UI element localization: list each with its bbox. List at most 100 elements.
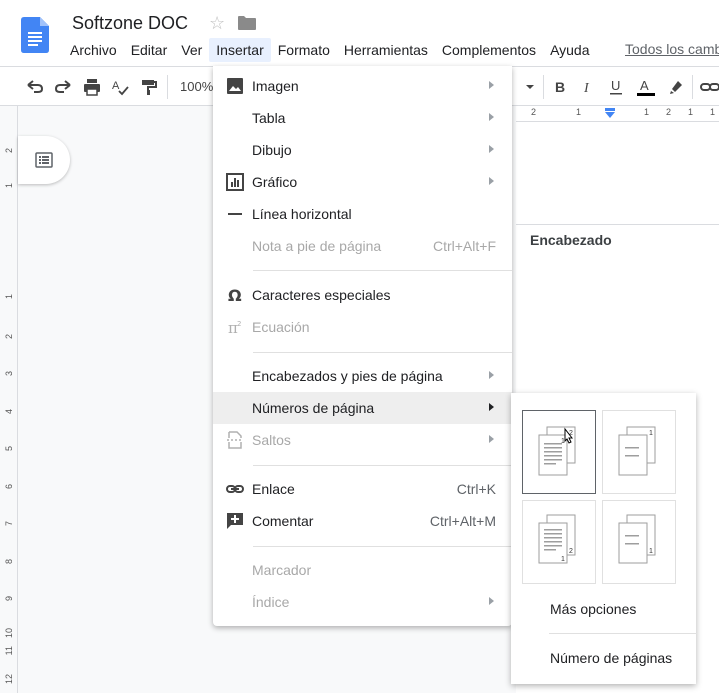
menu-item-page-numbers[interactable]: Números de página xyxy=(213,392,512,424)
svg-text:A: A xyxy=(112,80,120,92)
page-number-bottom-right-all[interactable]: 2 1 xyxy=(522,500,596,584)
title-bar: Softzone DOC ☆ Archivo Editar Ver Insert… xyxy=(0,0,719,66)
redo-icon[interactable] xyxy=(51,75,75,99)
page-break-icon xyxy=(225,430,245,450)
menu-item-label: Comentar xyxy=(252,513,314,529)
menu-item-label: Índice xyxy=(252,594,290,610)
page-number-top-right-skip-first[interactable]: 1 xyxy=(602,410,676,494)
submenu-arrow-icon xyxy=(489,597,494,605)
svg-text:2: 2 xyxy=(237,320,241,328)
menu-editar[interactable]: Editar xyxy=(124,38,175,62)
menu-item-label: Encabezados y pies de página xyxy=(252,368,443,384)
bold-icon[interactable]: B xyxy=(548,75,572,99)
menu-ayuda[interactable]: Ayuda xyxy=(543,38,596,62)
menu-insertar[interactable]: Insertar xyxy=(209,38,271,62)
submenu-arrow-icon xyxy=(489,177,494,185)
page-count-item[interactable]: Número de páginas xyxy=(550,650,672,666)
submenu-arrow-icon xyxy=(489,145,494,153)
document-title[interactable]: Softzone DOC xyxy=(72,13,188,34)
menu-item-headers-footers[interactable]: Encabezados y pies de página xyxy=(213,360,512,392)
menu-item-table-of-contents: Índice xyxy=(213,586,512,618)
menu-item-chart[interactable]: Gráfico xyxy=(213,166,512,198)
toolbar-divider xyxy=(167,75,168,99)
page-number-top-right-all[interactable]: 2 1 xyxy=(522,410,596,494)
folder-icon[interactable] xyxy=(238,16,256,30)
page-number-digit: 1 xyxy=(561,556,565,563)
ruler-number: 2 xyxy=(531,107,537,117)
menu-item-label: Dibujo xyxy=(252,142,292,158)
menu-item-label: Caracteres especiales xyxy=(252,287,391,303)
underline-icon[interactable]: U xyxy=(604,75,628,99)
highlight-color-icon[interactable] xyxy=(664,75,688,99)
zoom-selector[interactable]: 100% xyxy=(180,79,213,94)
italic-icon[interactable]: I xyxy=(576,75,600,99)
ruler-number: 3 xyxy=(4,371,14,377)
menu-ver[interactable]: Ver xyxy=(174,38,209,62)
link-icon xyxy=(225,479,245,499)
submenu-arrow-icon xyxy=(489,371,494,379)
text-color-icon[interactable]: A xyxy=(634,75,658,99)
svg-text:A: A xyxy=(640,78,649,93)
ruler-number: 1 xyxy=(576,107,582,117)
menu-item-horizontal-line[interactable]: Línea horizontal xyxy=(213,198,512,230)
menu-item-label: Marcador xyxy=(252,562,312,578)
menu-item-special-characters[interactable]: Ω Caracteres especiales xyxy=(213,279,512,311)
omega-icon: Ω xyxy=(225,285,245,305)
ruler-number: 4 xyxy=(4,409,14,415)
menu-item-footnote: Nota a pie de página Ctrl+Alt+F xyxy=(213,230,512,262)
toolbar-divider xyxy=(692,75,693,99)
star-icon[interactable]: ☆ xyxy=(209,13,225,33)
spellcheck-icon[interactable]: A xyxy=(108,75,132,99)
menu-herramientas[interactable]: Herramientas xyxy=(337,38,435,62)
toolbar-divider xyxy=(543,75,544,99)
submenu-arrow-icon xyxy=(489,81,494,89)
menu-item-image[interactable]: Imagen xyxy=(213,70,512,102)
menu-complementos[interactable]: Complementos xyxy=(435,38,543,62)
docs-logo-icon[interactable] xyxy=(21,17,49,53)
horizontal-line-icon xyxy=(225,204,245,224)
menu-item-bookmark: Marcador xyxy=(213,554,512,586)
svg-text:Ω: Ω xyxy=(228,286,242,304)
menu-item-breaks: Saltos xyxy=(213,424,512,456)
menu-separator xyxy=(253,270,512,271)
horizontal-ruler: 2 1 1 2 1 1 xyxy=(516,106,719,122)
ruler-number: 2 xyxy=(4,334,14,340)
more-options-item[interactable]: Más opciones xyxy=(550,601,636,617)
page-number-digit: 1 xyxy=(649,430,653,437)
paint-format-icon[interactable] xyxy=(136,75,160,99)
menu-item-equation: π2 Ecuación xyxy=(213,311,512,343)
font-size-dropdown-icon[interactable] xyxy=(518,75,542,99)
page-number-digit: 1 xyxy=(649,548,653,555)
menu-bar: Archivo Editar Ver Insertar Formato Herr… xyxy=(63,38,597,62)
menu-item-table[interactable]: Tabla xyxy=(213,102,512,134)
menu-archivo[interactable]: Archivo xyxy=(63,38,124,62)
menu-item-label: Línea horizontal xyxy=(252,206,352,222)
page-number-bottom-right-skip-first[interactable]: 1 xyxy=(602,500,676,584)
menu-item-comment[interactable]: Comentar Ctrl+Alt+M xyxy=(213,505,512,537)
ruler-number: 10 xyxy=(4,628,14,639)
document-outline-button[interactable] xyxy=(18,136,70,184)
menu-formato[interactable]: Formato xyxy=(271,38,337,62)
submenu-arrow-icon xyxy=(489,435,494,443)
menu-item-label: Nota a pie de página xyxy=(252,238,382,254)
print-icon[interactable] xyxy=(80,75,104,99)
ruler-number: 5 xyxy=(4,446,14,452)
submenu-arrow-icon xyxy=(489,403,494,411)
menu-separator xyxy=(253,546,512,547)
indent-marker-icon[interactable] xyxy=(604,108,616,120)
menu-item-drawing[interactable]: Dibujo xyxy=(213,134,512,166)
ruler-number: 11 xyxy=(4,646,14,656)
undo-icon[interactable] xyxy=(23,75,47,99)
ruler-number: 8 xyxy=(4,559,14,565)
header-label: Encabezado xyxy=(530,232,612,248)
ruler-number: 1 xyxy=(4,294,14,300)
ruler-number: 7 xyxy=(4,521,14,527)
page-number-digit: 1 xyxy=(561,438,565,445)
insert-link-icon[interactable] xyxy=(698,75,719,99)
menu-item-label: Gráfico xyxy=(252,174,298,190)
menu-item-label: Enlace xyxy=(252,481,295,497)
insert-menu: Imagen Tabla Dibujo Gráfico Línea horizo… xyxy=(213,66,512,626)
menu-item-link[interactable]: Enlace Ctrl+K xyxy=(213,473,512,505)
all-changes-saved-link[interactable]: Todos los camb xyxy=(625,41,719,57)
ruler-number: 12 xyxy=(4,674,14,685)
